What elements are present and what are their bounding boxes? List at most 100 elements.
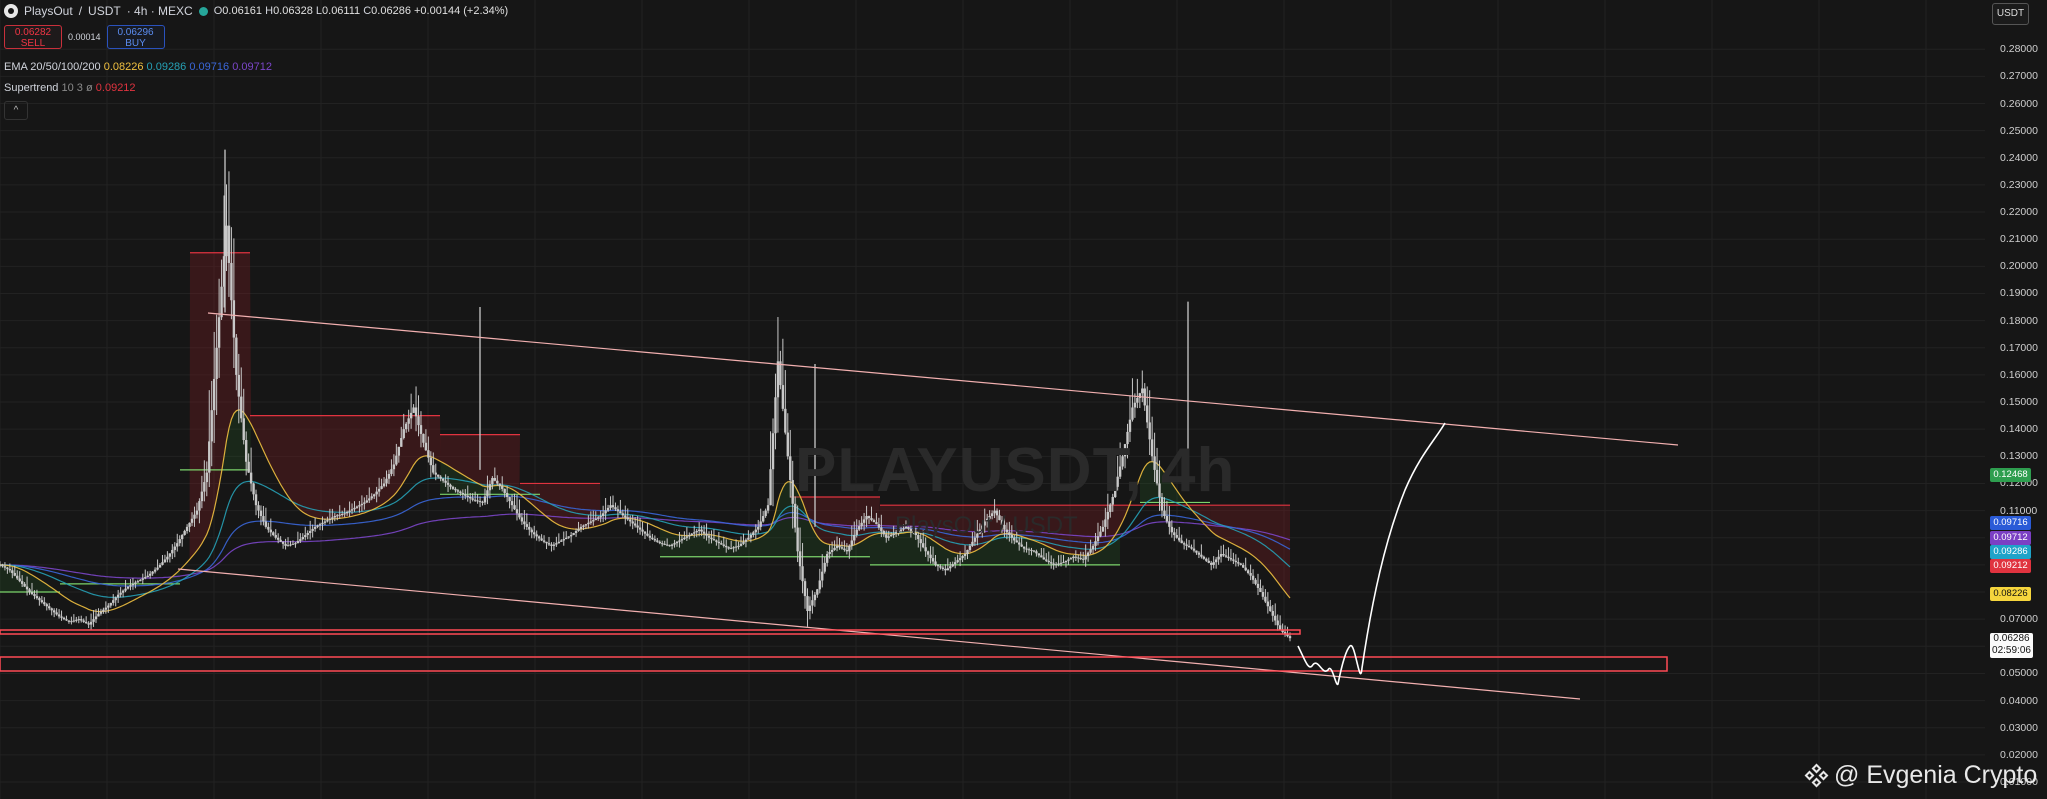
- quote-currency[interactable]: USDT: [88, 4, 121, 18]
- candle-body: [1020, 544, 1023, 547]
- candle-body: [252, 483, 255, 495]
- supertrend-legend[interactable]: Supertrend 10 3 ø 0.09212: [4, 82, 136, 94]
- candle-body: [860, 522, 863, 527]
- price-tag: 0.12468: [1990, 468, 2031, 482]
- candle-body: [1030, 549, 1033, 551]
- candle-body: [294, 543, 297, 545]
- candle-body: [212, 378, 216, 411]
- candle-body: [808, 605, 812, 612]
- candle-body: [722, 544, 725, 546]
- candle-body: [734, 546, 738, 548]
- candle-body: [921, 543, 925, 548]
- candle-body: [72, 620, 76, 622]
- candle-body: [116, 594, 120, 598]
- candle-body: [1086, 552, 1090, 557]
- candle-body: [313, 526, 317, 529]
- ema-legend[interactable]: EMA 20/50/100/200 0.08226 0.09286 0.0971…: [4, 61, 272, 73]
- candle-body: [1232, 559, 1235, 561]
- currency-selector[interactable]: USDT: [1992, 3, 2029, 25]
- candle-body: [498, 483, 501, 487]
- candle-body: [604, 510, 607, 514]
- price-axis-label: 0.22000: [2000, 206, 2038, 219]
- candle-body: [227, 225, 231, 263]
- current-price-tag: 0.06286 02:59:06: [1990, 633, 2033, 658]
- candle-body: [97, 613, 100, 617]
- interval-exchange[interactable]: · 4h · MEXC: [127, 4, 193, 18]
- candle-body: [848, 545, 851, 552]
- price-axis-label: 0.20000: [2000, 260, 2038, 273]
- candle-body: [1207, 560, 1210, 563]
- candle-body: [882, 530, 885, 535]
- candle-body: [675, 541, 679, 544]
- candle-body: [1045, 559, 1048, 561]
- candle-body: [550, 544, 553, 546]
- price-tag: 0.08226: [1990, 587, 2031, 601]
- candle-body: [542, 540, 546, 542]
- candle-body: [1254, 579, 1257, 584]
- candle-body: [488, 484, 492, 491]
- chart-canvas[interactable]: [0, 0, 1985, 799]
- price-axis-label: 0.02000: [2000, 748, 2038, 761]
- price-axis-label: 0.17000: [2000, 341, 2038, 354]
- candle-body: [188, 522, 191, 527]
- candle-body: [112, 600, 115, 603]
- candle-body: [528, 526, 531, 530]
- candle-body: [25, 586, 29, 590]
- symbol-logo-icon: [4, 4, 18, 18]
- price-axis-label: 0.13000: [2000, 450, 2038, 463]
- candle-body: [1288, 636, 1292, 639]
- candle-body: [55, 612, 58, 615]
- candle-body: [589, 521, 593, 523]
- candle-body: [1052, 563, 1055, 565]
- candle-body: [1128, 419, 1132, 432]
- candle-body: [1054, 564, 1058, 566]
- candle-body: [870, 518, 873, 521]
- sell-button[interactable]: 0.06282 SELL: [4, 25, 62, 49]
- candle-body: [749, 535, 753, 538]
- candle-body: [171, 549, 174, 554]
- projection-path: [1297, 422, 1446, 686]
- candle-body: [414, 407, 418, 417]
- candle-body: [16, 575, 19, 579]
- candle-body: [1170, 526, 1174, 533]
- candle-body: [60, 616, 63, 618]
- candle-body: [641, 529, 644, 532]
- candle-body: [1180, 540, 1183, 544]
- candle-body: [208, 441, 211, 473]
- candle-body: [811, 600, 814, 606]
- candle-body: [505, 492, 509, 498]
- price-tag: 0.09712: [1990, 531, 2031, 545]
- candle-body: [1197, 552, 1201, 555]
- candle-body: [257, 505, 260, 511]
- candle-body: [11, 570, 14, 574]
- candle-body: [476, 500, 479, 502]
- candle-body: [587, 522, 590, 525]
- candle-body: [1035, 551, 1038, 554]
- symbol-name[interactable]: PlaysOut: [24, 4, 73, 18]
- candle-body: [646, 533, 649, 536]
- candle-body: [493, 478, 497, 481]
- candle-body: [1251, 575, 1255, 580]
- candle-body: [395, 455, 398, 465]
- candle-body: [530, 529, 533, 533]
- candle-body: [62, 617, 66, 620]
- candle-body: [705, 533, 708, 536]
- buy-button[interactable]: 0.06296 BUY: [106, 25, 165, 49]
- candle-body: [614, 507, 617, 510]
- candle-body: [1025, 548, 1028, 550]
- collapse-legend-button[interactable]: ^: [4, 101, 28, 120]
- candle-body: [803, 581, 807, 597]
- candle-body: [1234, 560, 1238, 563]
- candle-body: [656, 540, 659, 542]
- candle-body: [284, 543, 287, 546]
- candle-body: [259, 510, 263, 517]
- candle-body: [141, 578, 144, 580]
- candle-body: [764, 510, 767, 517]
- candle-body: [244, 440, 248, 462]
- spread-value: 0.00014: [68, 32, 101, 42]
- candle-body: [70, 621, 73, 623]
- candle-body: [867, 516, 871, 519]
- candle-body: [454, 488, 457, 491]
- candle-body: [131, 583, 135, 586]
- candle-body: [533, 532, 536, 535]
